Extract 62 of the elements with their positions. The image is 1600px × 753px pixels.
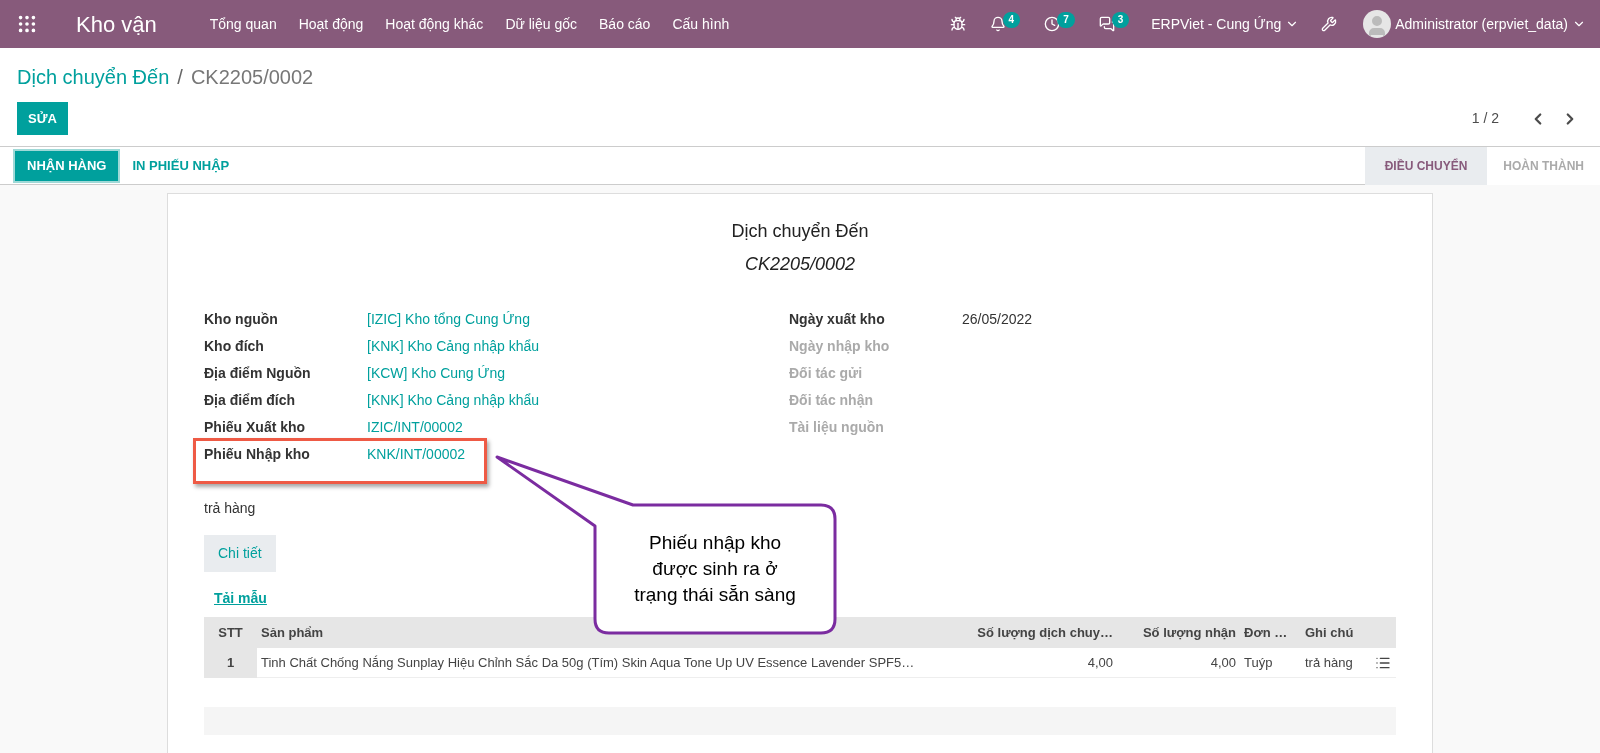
status-stage[interactable]: ĐIỀU CHUYỂN xyxy=(1364,146,1488,185)
field-label: Đối tác nhận xyxy=(789,391,874,410)
field-link[interactable]: [KNK] Kho Cảng nhập khẩu xyxy=(367,336,539,357)
company-switcher[interactable]: ERPViet - Cung Ứng xyxy=(1151,13,1300,35)
field-link[interactable]: [IZIC] Kho tổng Cung Ứng xyxy=(367,309,530,330)
field-link[interactable]: [KCW] Kho Cung Ứng xyxy=(367,363,506,384)
field-label: Địa điểm Nguồn xyxy=(204,364,312,383)
nav-menu-item[interactable]: Dữ liệu gốc xyxy=(494,13,588,35)
nav-menu-item[interactable]: Hoạt động khác xyxy=(374,13,495,35)
user-menu[interactable]: Administrator (erpviet_data) xyxy=(1363,10,1586,38)
column-header[interactable]: Sản phẩm xyxy=(257,622,969,643)
tools-icon[interactable] xyxy=(1321,16,1338,32)
sheet-title: Dịch chuyển Đến xyxy=(730,220,870,243)
count-badge: 7 xyxy=(1057,12,1075,28)
field-link[interactable]: KNK/INT/00002 xyxy=(367,444,466,465)
table-cell-text: 4,00 xyxy=(1086,653,1114,672)
pager-value: 1 / 2 xyxy=(1471,109,1499,128)
breadcrumb-separator: / xyxy=(177,65,183,90)
avatar-icon xyxy=(1363,10,1392,38)
field-label: Ngày xuất kho xyxy=(789,310,886,329)
breadcrumb-current: CK2205/0002 xyxy=(190,65,314,90)
count-badge: 3 xyxy=(1111,12,1130,28)
table-cell-text: trả hàng xyxy=(1304,653,1354,672)
column-header[interactable]: Đơn … xyxy=(1240,622,1301,643)
field-label: Ngày nhập kho xyxy=(789,337,891,356)
field-value: 26/05/2022 xyxy=(962,310,1033,329)
field-label: Kho nguồn xyxy=(204,310,279,329)
app-name: Kho vận xyxy=(76,10,157,39)
table-cell-text: Tinh Chất Chống Nắng Sunplay Hiệu Chỉnh Sắc Da 50g (Tím) Skin Aqua Tone Up UV Essence Lavender SPF5… xyxy=(260,653,916,672)
note-text: trả hàng xyxy=(204,499,257,518)
chat-icon[interactable] xyxy=(1098,16,1115,32)
download-template-link[interactable]: Tải mẫu xyxy=(214,590,267,606)
field-label: Tài liệu nguồn xyxy=(789,418,885,437)
edit-button[interactable]: SỬA xyxy=(17,102,68,135)
field-label: Đối tác gửi xyxy=(789,364,864,383)
table-cell: 1 xyxy=(204,647,257,678)
nav-menu-item[interactable]: Báo cáo xyxy=(588,13,662,35)
clock-icon[interactable] xyxy=(1044,16,1061,32)
field-link[interactable]: IZIC/INT/00002 xyxy=(367,417,463,438)
bell-icon[interactable] xyxy=(989,16,1006,32)
field-label: Địa điểm đích xyxy=(204,391,297,410)
bug-icon[interactable] xyxy=(949,16,966,32)
breadcrumb-link[interactable]: Dịch chuyển Đến xyxy=(17,62,170,92)
action-button[interactable]: IN PHIẾU NHẬP xyxy=(130,150,232,181)
field-label: Phiếu Nhập kho xyxy=(204,445,311,464)
action-button[interactable]: NHẬN HÀNG xyxy=(15,150,119,181)
column-header[interactable]: Số lượng dịch chuy… xyxy=(969,622,1117,643)
table-cell-text: Tuýp xyxy=(1243,653,1274,672)
sheet-subtitle: CK2205/0002 xyxy=(743,253,857,276)
field-label: Phiếu Xuất kho xyxy=(204,418,307,437)
count-badge: 4 xyxy=(1002,12,1021,28)
column-header[interactable]: Ghi chú xyxy=(1301,622,1367,643)
column-header[interactable]: Số lượng nhận xyxy=(1117,622,1240,643)
nav-menu-item[interactable]: Cấu hình xyxy=(661,13,741,35)
callout-text: Phiếu nhập kho được sinh ra ở trạng thái sẵn sàng xyxy=(634,531,796,607)
apps-menu-icon[interactable] xyxy=(16,13,38,35)
field-link[interactable]: [KNK] Kho Cảng nhập khẩu xyxy=(367,390,539,411)
nav-menu-item[interactable]: Tổng quan xyxy=(198,13,288,35)
nav-menu-item[interactable]: Hoạt động xyxy=(287,13,375,35)
table-cell-text: 4,00 xyxy=(1209,653,1237,672)
field-label: Kho đích xyxy=(204,337,265,356)
column-header[interactable]: STT xyxy=(204,622,257,643)
